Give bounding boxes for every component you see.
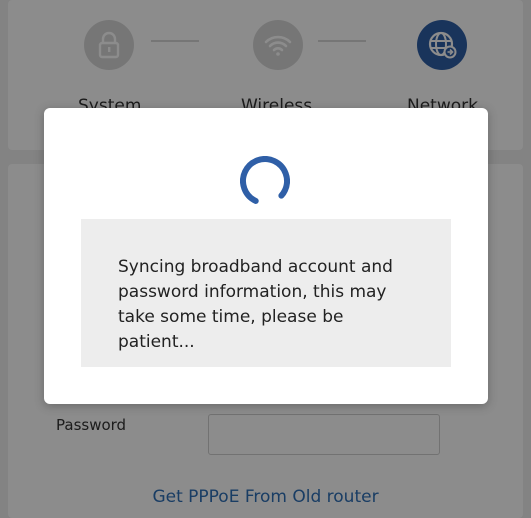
loading-spinner-icon [240, 156, 290, 206]
sync-message: Syncing broadband account and password i… [81, 219, 451, 367]
sync-dialog: Syncing broadband account and password i… [44, 108, 488, 404]
